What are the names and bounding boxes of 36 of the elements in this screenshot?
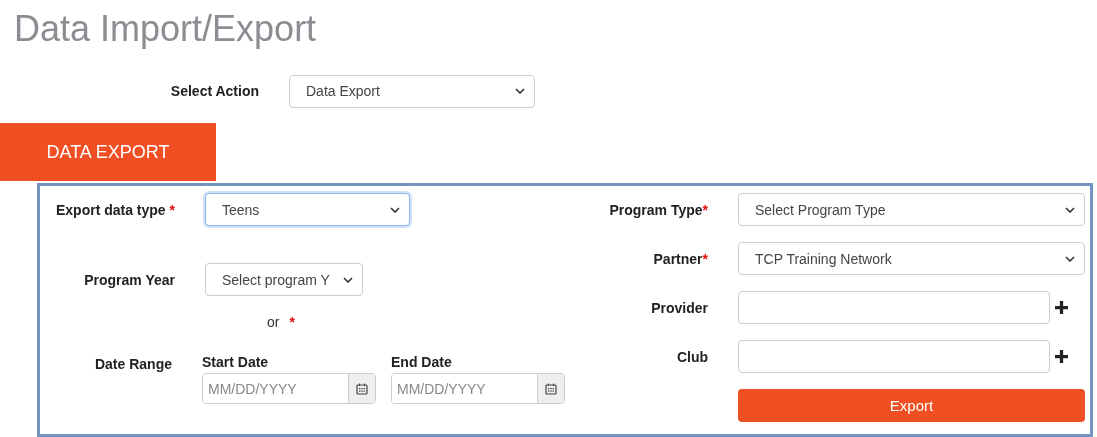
text-field[interactable] bbox=[738, 340, 1050, 373]
field-label: Program Type* bbox=[608, 201, 708, 218]
select-action-label: Select Action bbox=[169, 83, 259, 99]
field-label: Partner* bbox=[652, 250, 708, 267]
dropdown-select[interactable]: TCP Training Network bbox=[738, 242, 1085, 275]
date-label: End Date bbox=[391, 354, 453, 370]
required-mark: * bbox=[702, 201, 708, 218]
date-label: Start Date bbox=[202, 354, 270, 370]
field-label: Date Range bbox=[93, 356, 172, 372]
date-field[interactable]: MM/DD/YYYY bbox=[202, 373, 376, 404]
chevron-icon bbox=[1065, 206, 1075, 213]
or-text: or bbox=[267, 314, 280, 330]
tab[interactable]: DATA EXPORT bbox=[0, 123, 216, 181]
add-icon[interactable] bbox=[1055, 301, 1068, 314]
required-mark: * bbox=[169, 201, 175, 218]
action-select[interactable]: Data Export bbox=[289, 74, 535, 108]
dropdown-select[interactable]: Select Program Type bbox=[738, 193, 1085, 226]
field-label: Club bbox=[675, 348, 708, 365]
field-label: Program Year bbox=[83, 271, 175, 288]
chevron-icon bbox=[515, 88, 525, 94]
field-label: Provider bbox=[650, 299, 708, 316]
page-title: Data Import/Export bbox=[13, 7, 318, 51]
program-year-select[interactable]: Select program Y bbox=[205, 263, 363, 296]
chevron-icon bbox=[343, 276, 353, 283]
calendar-icon[interactable] bbox=[545, 382, 557, 395]
text-field[interactable] bbox=[738, 291, 1050, 324]
calendar-icon[interactable] bbox=[356, 382, 368, 395]
export-button[interactable]: Export bbox=[738, 389, 1085, 422]
chevron-icon bbox=[390, 206, 400, 213]
add-icon[interactable] bbox=[1055, 350, 1068, 363]
required-mark: * bbox=[289, 314, 295, 330]
date-field[interactable]: MM/DD/YYYY bbox=[391, 373, 565, 404]
field-label: Export data type * bbox=[54, 201, 175, 218]
export-type-select[interactable]: Teens bbox=[205, 193, 410, 226]
chevron-icon bbox=[1065, 255, 1075, 262]
required-mark: * bbox=[702, 250, 708, 267]
